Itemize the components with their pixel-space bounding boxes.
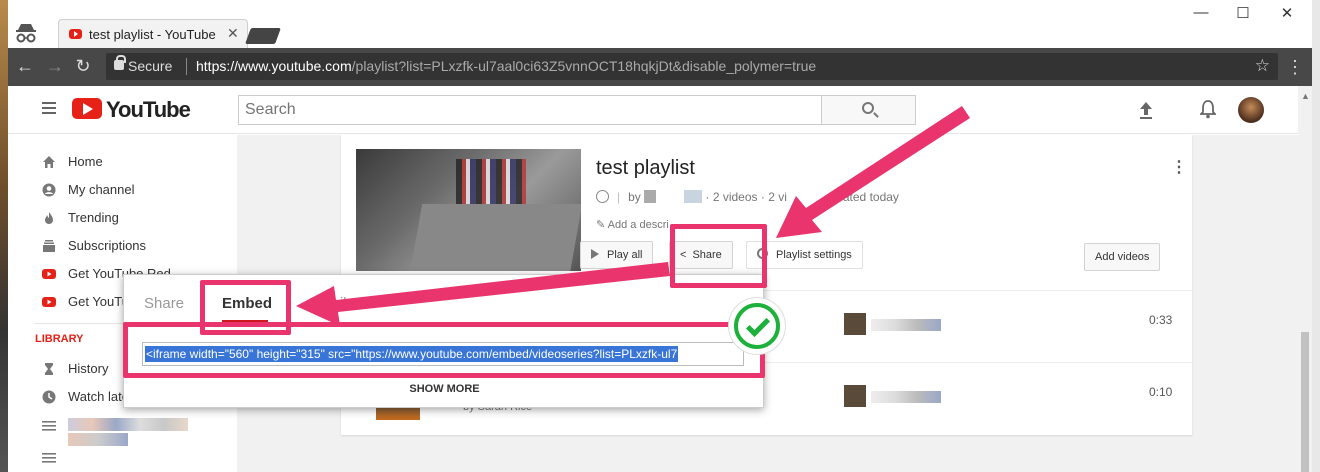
- youtube-favicon-icon: [69, 29, 82, 39]
- desktop-background-right: [1312, 0, 1320, 472]
- reload-icon[interactable]: ↻: [72, 56, 94, 77]
- back-arrow-icon[interactable]: ←: [14, 56, 36, 77]
- channel-avatar: [844, 313, 866, 335]
- sidebar-item-trending[interactable]: Trending: [8, 205, 237, 233]
- browser-tab[interactable]: test playlist - YouTube ✕: [58, 19, 248, 48]
- blurred-playlist-name: [68, 418, 188, 431]
- sidebar-item-subscriptions[interactable]: Subscriptions: [8, 233, 237, 261]
- tab-title: test playlist - YouTube: [89, 27, 216, 42]
- sidebar-item-label: Subscriptions: [68, 238, 147, 253]
- youtube-logo-text[interactable]: YouTube: [106, 97, 191, 123]
- address-bar[interactable]: Secure https://www.youtube.com/playlist?…: [106, 53, 1278, 80]
- sidebar-item-home[interactable]: Home: [8, 149, 237, 177]
- new-tab-button[interactable]: [245, 28, 281, 44]
- check-ring: [734, 303, 780, 349]
- tab-email[interactable]: Email: [309, 295, 347, 312]
- home-icon: [43, 156, 55, 168]
- account-avatar[interactable]: [1238, 97, 1264, 123]
- clock-icon: [42, 390, 56, 404]
- incognito-icon: [16, 24, 36, 43]
- playlist-settings-label: Playlist settings: [776, 249, 852, 261]
- search-button[interactable]: [822, 95, 916, 125]
- sidebar-item-my-channel[interactable]: My channel: [8, 177, 237, 205]
- thumbnail-people: [456, 159, 526, 204]
- search-icon: [862, 102, 874, 114]
- playlist-title: test playlist: [596, 157, 695, 179]
- add-description-label: Add a descri: [607, 219, 669, 231]
- page-scrollbar[interactable]: ▲: [1298, 86, 1312, 472]
- guide-menu-icon[interactable]: [42, 102, 56, 117]
- url-host: https://www.youtube.com: [196, 58, 352, 74]
- highlight-share-button: [670, 224, 767, 288]
- tab-strip: test playlist - YouTube ✕ — ☐ ✕: [8, 0, 1312, 48]
- video-duration: 0:33: [1149, 313, 1173, 327]
- sidebar-item-label: Home: [68, 154, 103, 169]
- url-text[interactable]: https://www.youtube.com/playlist?list=PL…: [196, 58, 816, 74]
- bookmark-star-icon[interactable]: ☆: [1255, 56, 1270, 76]
- tab-close-icon[interactable]: ✕: [227, 25, 239, 42]
- video-duration: 0:10: [1149, 385, 1173, 399]
- sidebar-item-label: My channel: [68, 182, 135, 197]
- thumbnail-scene: [409, 204, 581, 271]
- lock-icon: [114, 55, 126, 70]
- sidebar-item-label: Trending: [68, 210, 119, 225]
- blurred-author: [644, 190, 703, 203]
- browser-toolbar: ← → ↻ Secure https://www.youtube.com/pla…: [8, 48, 1312, 86]
- play-all-button[interactable]: Play all: [580, 241, 654, 269]
- youtube-tv-icon: [42, 297, 56, 307]
- playlist-icon: [42, 453, 56, 463]
- close-window-icon[interactable]: ✕: [1272, 4, 1302, 22]
- play-all-label: Play all: [607, 249, 643, 261]
- playlist-meta: | by · 2 videos · 2 vi ated today: [596, 190, 899, 204]
- browser-menu-icon[interactable]: ⋮: [1286, 57, 1304, 78]
- highlight-embed-code: [123, 322, 765, 378]
- sidebar-item-playlist[interactable]: [8, 444, 237, 472]
- secure-label: Secure: [128, 58, 173, 74]
- meta-updated: ated today: [842, 190, 899, 204]
- maximize-icon[interactable]: ☐: [1228, 4, 1258, 22]
- upload-icon[interactable]: [1138, 100, 1154, 120]
- add-videos-button[interactable]: Add videos: [1084, 243, 1161, 271]
- scrollbar-thumb[interactable]: [1301, 332, 1309, 472]
- meta-pipe: |: [617, 190, 621, 204]
- flame-icon: [45, 212, 53, 224]
- show-more-button[interactable]: SHOW MORE: [124, 383, 765, 395]
- meta-by: by: [628, 190, 641, 204]
- search-input[interactable]: [239, 96, 823, 124]
- minimize-icon[interactable]: —: [1186, 4, 1216, 21]
- url-path: /playlist?list=PLxzfk-ul7aal0ci63Z5vnnOC…: [351, 58, 817, 74]
- playlist-thumbnail[interactable]: [356, 149, 581, 271]
- desktop-background: [0, 0, 8, 472]
- add-videos-label: Add videos: [1095, 251, 1150, 263]
- library-heading: LIBRARY: [35, 333, 84, 345]
- address-separator: [186, 58, 187, 75]
- notifications-bell-icon[interactable]: [1200, 99, 1216, 119]
- public-globe-icon: [596, 190, 609, 203]
- blurred-channel-name: [871, 319, 941, 331]
- more-actions-icon[interactable]: ⋮: [1171, 157, 1187, 177]
- account-circle-icon: [42, 183, 56, 197]
- subscriptions-icon: [43, 240, 55, 252]
- search-box: [238, 95, 823, 125]
- youtube-red-icon: [42, 269, 56, 279]
- channel-avatar: [844, 385, 866, 407]
- playlist-icon: [42, 421, 56, 431]
- check-tick: [745, 312, 771, 338]
- sidebar-item-label: History: [68, 361, 109, 376]
- add-description[interactable]: ✎ Add a descri: [596, 218, 669, 231]
- tab-share[interactable]: Share: [144, 295, 184, 312]
- play-icon: [591, 249, 599, 259]
- meta-videos: · 2 videos · 2 vi: [705, 190, 787, 204]
- hourglass-icon: [45, 363, 53, 375]
- scroll-up-icon[interactable]: ▲: [1301, 91, 1310, 101]
- blurred-channel-name: [871, 391, 941, 403]
- youtube-logo-icon[interactable]: [72, 98, 102, 119]
- forward-arrow-icon[interactable]: →: [44, 56, 66, 77]
- success-check-icon: [729, 298, 785, 354]
- youtube-header: YouTube: [8, 86, 1298, 134]
